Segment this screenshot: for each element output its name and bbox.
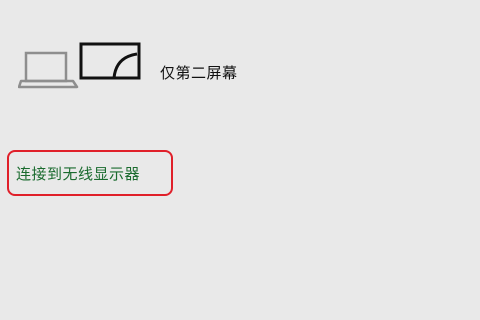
second-screen-only-icon bbox=[17, 40, 144, 90]
second-screen-only-option[interactable]: 仅第二屏幕 bbox=[17, 40, 318, 96]
connect-wireless-display-link[interactable]: 连接到无线显示器 bbox=[7, 150, 173, 196]
option-label: 仅第二屏幕 bbox=[160, 64, 238, 82]
connect-wireless-display-label: 连接到无线显示器 bbox=[16, 165, 141, 183]
project-panel: 仅第二屏幕 连接到无线显示器 bbox=[0, 0, 480, 320]
